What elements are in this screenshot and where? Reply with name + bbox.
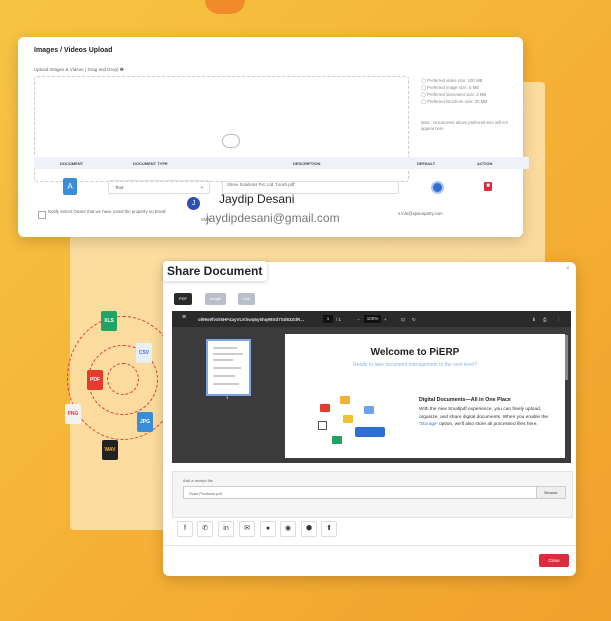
browse-button[interactable]: Browse bbox=[536, 486, 566, 499]
col-default: DEFAULT bbox=[417, 161, 436, 166]
section-text: With the new Smallpdf experience, you ca… bbox=[419, 406, 554, 429]
welcome-prefix: Welcome to bbox=[370, 347, 427, 358]
table-header bbox=[34, 157, 529, 169]
divider bbox=[163, 545, 576, 546]
document-type-value: Text bbox=[115, 185, 124, 190]
fit-page-icon[interactable]: ⊡ bbox=[401, 317, 405, 323]
user-name: Jaydip Desani bbox=[219, 192, 295, 206]
upload-cloud-icon bbox=[222, 134, 240, 148]
notify-email: s info@spaceparty.com bbox=[398, 211, 443, 216]
illustration-doc-icon bbox=[364, 406, 374, 414]
description-value: Shree Solutions Pvt. Ltd. 'brosh.pdf' bbox=[227, 182, 296, 187]
download-share-icon[interactable]: ⬆ bbox=[321, 521, 337, 537]
pref-video: Preferred video size: 100 MB bbox=[421, 78, 482, 84]
default-radio[interactable] bbox=[431, 181, 444, 194]
section-text-2: ' option, we'll also store all processed… bbox=[436, 422, 538, 427]
col-description: DESCRIPTION bbox=[293, 161, 321, 166]
tab-pdf[interactable]: PDF bbox=[174, 293, 192, 305]
tab-image[interactable]: Image bbox=[205, 293, 227, 305]
file-input[interactable]: Scan Products.pdf bbox=[183, 486, 537, 499]
welcome-heading: Welcome to PiERP bbox=[285, 347, 545, 358]
menu-icon[interactable]: ≡ bbox=[182, 314, 186, 321]
jpg-file-icon: JPG bbox=[137, 412, 153, 432]
upload-subtitle: Upload Images & Videos ( Drag and Drop) … bbox=[34, 67, 124, 72]
print-icon[interactable]: ⎙ bbox=[543, 317, 547, 322]
tab-link[interactable]: Link bbox=[238, 293, 256, 305]
close-icon[interactable]: × bbox=[566, 266, 570, 272]
pdf-filename: ol99s9fvdr5HF4ayVLKhwq5y5hq99Sd7Sd63ZdR.… bbox=[198, 317, 305, 322]
rotate-icon[interactable]: ↻ bbox=[412, 317, 416, 323]
page-thumbnail[interactable] bbox=[206, 339, 251, 396]
avatar: J bbox=[187, 197, 200, 210]
zoom-level[interactable]: 100% bbox=[364, 315, 381, 323]
page-total: / 1 bbox=[336, 317, 342, 322]
illustration-button bbox=[355, 427, 385, 437]
file-value: Scan Products.pdf bbox=[189, 490, 222, 496]
pref-document: Preferred document size: 2 MB bbox=[421, 92, 486, 98]
tagline: Ready to take document management to the… bbox=[353, 362, 477, 368]
storage-link[interactable]: Storage bbox=[420, 422, 437, 427]
file-label: Add a receipt file bbox=[183, 478, 213, 483]
pref-image: Preferred image size: 5 MB bbox=[421, 85, 479, 91]
upload-title: Images / Videos Upload bbox=[34, 47, 113, 54]
upload-card: Images / Videos Upload Upload Images & V… bbox=[18, 37, 529, 237]
illustration-folder-icon bbox=[340, 396, 350, 404]
size-note: Note : Documents above preferred size wi… bbox=[421, 120, 508, 131]
more-icon[interactable]: ⋮ bbox=[556, 317, 561, 323]
section-title: Digital Documents—All in One Place bbox=[419, 397, 511, 403]
illustration-chart-icon bbox=[318, 421, 327, 430]
page-input[interactable]: 1 bbox=[323, 315, 333, 323]
email-icon[interactable]: ✉ bbox=[239, 521, 255, 537]
brand-name: PiERP bbox=[429, 347, 460, 358]
notify-text: Notify Select Owner that we have noted t… bbox=[48, 209, 166, 214]
col-document-type: DOCUMENT TYPE bbox=[133, 161, 168, 166]
col-document: DOCUMENT bbox=[60, 161, 84, 166]
whatsapp-icon[interactable]: ✆ bbox=[197, 521, 213, 537]
scrollbar[interactable] bbox=[565, 335, 568, 380]
zoom-in-icon[interactable]: + bbox=[384, 317, 387, 322]
illustration-pdf-icon bbox=[320, 404, 330, 412]
csv-file-icon: CSV bbox=[136, 343, 152, 363]
chevron-down-icon: ⌄ bbox=[199, 184, 204, 190]
pdf-file-icon: PDF bbox=[87, 370, 103, 390]
zoom-out-icon[interactable]: − bbox=[357, 317, 360, 322]
share-modal-title: Share Document bbox=[163, 261, 267, 281]
decorative-blob bbox=[205, 0, 245, 14]
user-email: jaydipdesani@gmail.com bbox=[206, 211, 340, 225]
facebook-icon[interactable]: f bbox=[177, 521, 193, 537]
wav-file-icon: WAV bbox=[102, 440, 118, 460]
illustration-ppt-icon bbox=[343, 415, 353, 423]
linkedin-icon[interactable]: in bbox=[218, 521, 234, 537]
illustration-xls-icon bbox=[332, 436, 342, 444]
telegram-icon[interactable]: ◉ bbox=[280, 521, 296, 537]
notify-checkbox[interactable] bbox=[38, 211, 46, 219]
document-type-select[interactable]: Text ⌄ bbox=[108, 180, 210, 194]
document-file-icon: A bbox=[63, 178, 77, 195]
thumbnail-page-number: 1 bbox=[226, 395, 229, 400]
slack-icon[interactable]: ⬢ bbox=[301, 521, 317, 537]
delete-icon[interactable]: ■ bbox=[484, 182, 492, 191]
col-action: ACTION bbox=[477, 161, 493, 166]
download-icon[interactable]: ⬇ bbox=[532, 317, 536, 323]
png-file-icon: PNG bbox=[65, 404, 81, 424]
close-button[interactable]: Close bbox=[539, 554, 569, 567]
pref-brochure: Preferred Brochure size: 20 MB bbox=[421, 99, 487, 105]
xls-file-icon: XLS bbox=[101, 311, 117, 331]
messenger-icon[interactable]: ● bbox=[260, 521, 276, 537]
